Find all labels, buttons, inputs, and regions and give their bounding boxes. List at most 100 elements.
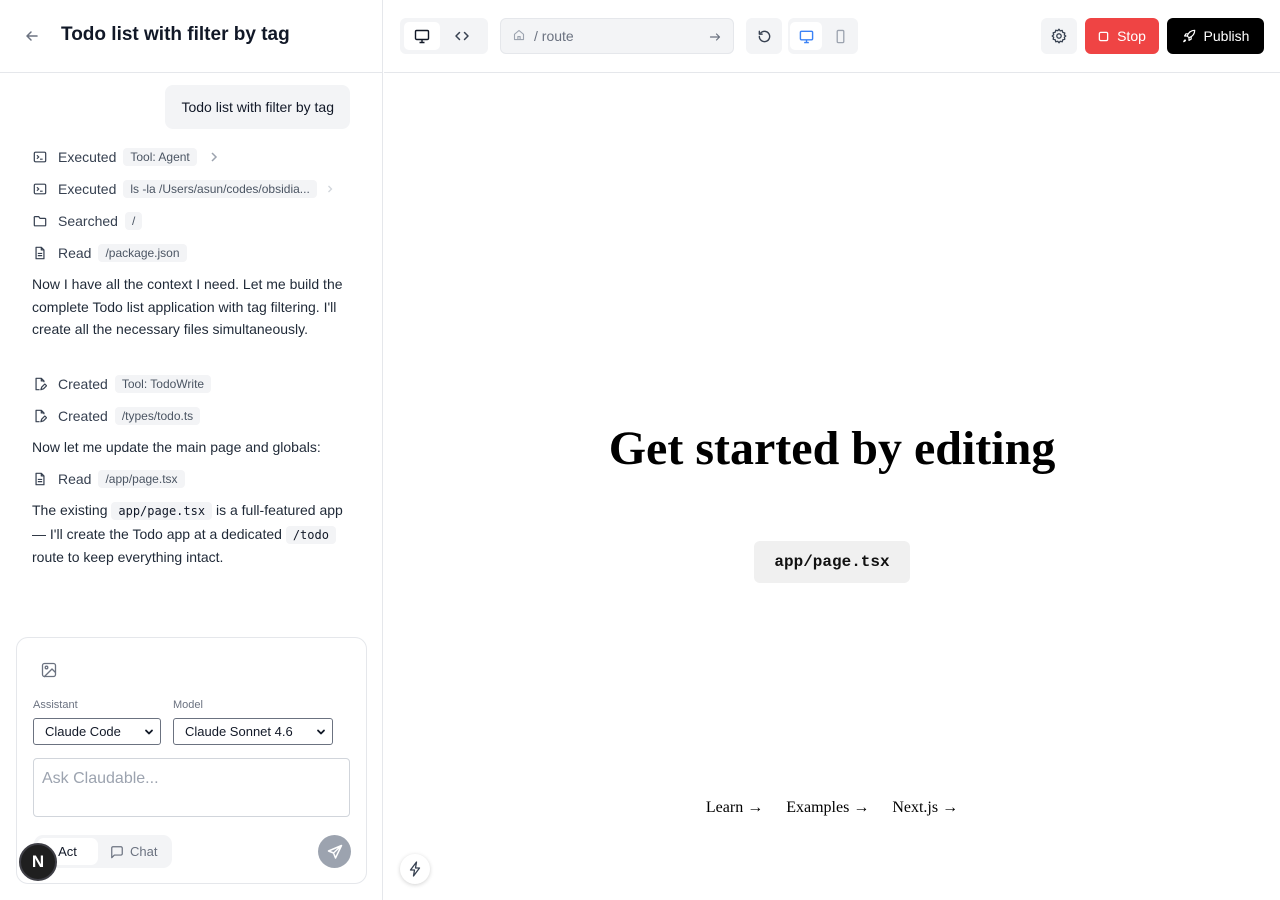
code-icon: [455, 31, 469, 41]
assistant-select-value: Claude Code: [45, 724, 121, 739]
step-verb: Created: [58, 408, 108, 424]
step-row: Read /package.json: [32, 243, 187, 263]
assistant-label: Assistant: [33, 699, 78, 711]
step-detail: ls -la /Users/asun/codes/obsidia...: [123, 180, 317, 198]
route-text: / route: [534, 28, 574, 44]
step-verb: Created: [58, 376, 108, 392]
route-input[interactable]: / route: [500, 18, 734, 54]
send-icon: [327, 844, 342, 859]
examples-link[interactable]: Examples →: [786, 799, 869, 817]
home-icon: [513, 29, 525, 41]
assistant-message: The existing app/page.tsx is a full-feat…: [32, 499, 352, 569]
mode-chat-button[interactable]: Chat: [110, 838, 157, 865]
step-row: Created /types/todo.ts: [32, 406, 201, 426]
publish-button[interactable]: Publish: [1167, 18, 1264, 54]
file-icon: [32, 245, 48, 261]
expand-chevron-button[interactable]: [209, 151, 219, 163]
stop-square-icon: [1098, 31, 1109, 41]
step-detail: /types/todo.ts: [114, 407, 201, 425]
file-edit-icon: [32, 376, 48, 392]
rocket-icon: [1182, 29, 1195, 43]
desktop-device-button[interactable]: [790, 22, 822, 50]
step-row: Created Tool: TodoWrite: [32, 374, 212, 394]
refresh-button[interactable]: [746, 18, 782, 54]
monitor-icon: [799, 30, 813, 43]
chevron-down-icon: [317, 729, 325, 735]
refresh-icon: [758, 30, 770, 42]
code-view-button[interactable]: [444, 22, 480, 50]
preview-links: Learn → Examples → Next.js →: [384, 799, 1280, 817]
step-detail: Tool: Agent: [123, 148, 197, 166]
project-title: Todo list with filter by tag: [61, 24, 290, 45]
file-icon: [32, 471, 48, 487]
preview-file-code: app/page.tsx: [754, 541, 910, 583]
message-text: The existing: [32, 502, 112, 518]
navigate-button[interactable]: [709, 30, 721, 48]
mode-act-label: Act: [58, 844, 77, 859]
prompt-input[interactable]: [33, 758, 350, 817]
message-square-icon: [111, 845, 123, 858]
expand-chevron-button[interactable]: [327, 184, 333, 194]
chevron-right-icon: [327, 185, 333, 193]
publish-label: Publish: [1203, 28, 1250, 44]
chat-panel: Todo list with filter by tag Todo list w…: [0, 0, 383, 900]
step-detail: Tool: TodoWrite: [114, 375, 212, 393]
terminal-icon: [32, 149, 48, 165]
folder-icon: [32, 213, 48, 229]
assistant-message: Now let me update the main page and glob…: [32, 439, 321, 455]
step-verb: Searched: [58, 213, 118, 229]
step-detail: /app/page.tsx: [98, 470, 185, 488]
chevron-down-icon: [145, 729, 153, 735]
arrow-left-icon: [26, 31, 38, 41]
preview-view-button[interactable]: [404, 22, 440, 50]
mobile-device-button[interactable]: [824, 22, 856, 50]
assistant-select[interactable]: Claude Code: [33, 718, 161, 745]
image-icon: [41, 662, 57, 678]
preview-frame: Get started by editing app/page.tsx Lear…: [384, 73, 1280, 900]
back-button[interactable]: [22, 26, 42, 46]
learn-link[interactable]: Learn →: [706, 799, 763, 817]
terminal-icon: [32, 181, 48, 197]
model-label: Model: [173, 699, 203, 711]
view-mode-toggle: [400, 18, 488, 54]
stop-button[interactable]: Stop: [1085, 18, 1159, 54]
mode-chat-label: Chat: [130, 844, 158, 859]
smartphone-icon: [836, 29, 844, 43]
step-row: Executed Tool: Agent: [32, 147, 219, 167]
inline-code: app/page.tsx: [111, 502, 213, 520]
inline-code: /todo: [285, 525, 336, 544]
composer: Assistant Model Claude Code Claude Sonne…: [16, 637, 367, 884]
step-detail: /package.json: [98, 244, 187, 262]
send-button[interactable]: [318, 835, 351, 868]
nextjs-badge-letter: N: [31, 852, 45, 871]
model-select-value: Claude Sonnet 4.6: [185, 724, 293, 739]
arrow-right-icon: [709, 33, 721, 41]
step-row: Executed ls -la /Users/asun/codes/obsidi…: [32, 179, 333, 199]
assistant-message: Now I have all the context I need. Let m…: [32, 276, 343, 337]
step-verb: Read: [58, 471, 92, 487]
nextjs-badge[interactable]: N: [19, 843, 57, 881]
preview-toolbar: / route Stop Publish: [384, 0, 1280, 73]
step-verb: Executed: [58, 181, 117, 197]
chat-header: Todo list with filter by tag: [0, 0, 383, 73]
message-text: route to keep everything intact.: [32, 549, 224, 565]
settings-button[interactable]: [1041, 18, 1077, 54]
preview-heading: Get started by editing: [608, 422, 1056, 475]
gear-icon: [1051, 28, 1067, 44]
dev-tools-button[interactable]: [400, 854, 430, 884]
attach-image-button[interactable]: [41, 662, 57, 678]
step-detail: /: [124, 212, 143, 230]
stop-label: Stop: [1117, 28, 1146, 44]
monitor-icon: [414, 29, 430, 44]
device-toggle: [788, 18, 858, 54]
bolt-icon: [409, 861, 421, 877]
model-select[interactable]: Claude Sonnet 4.6: [173, 718, 333, 745]
nextjs-link[interactable]: Next.js →: [892, 799, 958, 817]
user-message: Todo list with filter by tag: [165, 85, 350, 129]
chevron-right-icon: [211, 152, 217, 162]
file-edit-icon: [32, 408, 48, 424]
step-verb: Read: [58, 245, 92, 261]
step-verb: Executed: [58, 149, 117, 165]
step-row: Read /app/page.tsx: [32, 469, 185, 489]
step-row: Searched /: [32, 211, 143, 231]
